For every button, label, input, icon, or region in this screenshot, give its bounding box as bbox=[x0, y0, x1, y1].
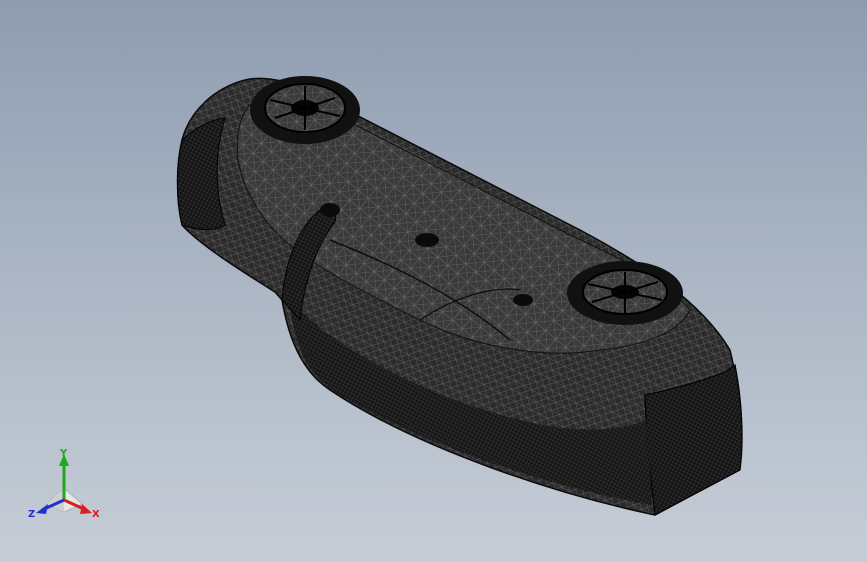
z-axis-label: Z bbox=[28, 509, 35, 520]
underbody-hole bbox=[513, 294, 533, 306]
x-axis-label: X bbox=[92, 509, 100, 520]
mirror-mount bbox=[320, 203, 340, 217]
car-mesh-model[interactable] bbox=[0, 0, 867, 562]
y-axis-label: Y bbox=[59, 448, 68, 459]
3d-viewport[interactable]: Y X Z bbox=[0, 0, 867, 562]
rear-wheel bbox=[250, 76, 360, 144]
underbody-hole bbox=[415, 233, 439, 247]
x-arrow-icon bbox=[80, 504, 92, 514]
z-arrow-icon bbox=[36, 504, 48, 514]
orientation-triad[interactable]: Y X Z bbox=[22, 446, 106, 526]
front-wheel bbox=[567, 261, 683, 325]
